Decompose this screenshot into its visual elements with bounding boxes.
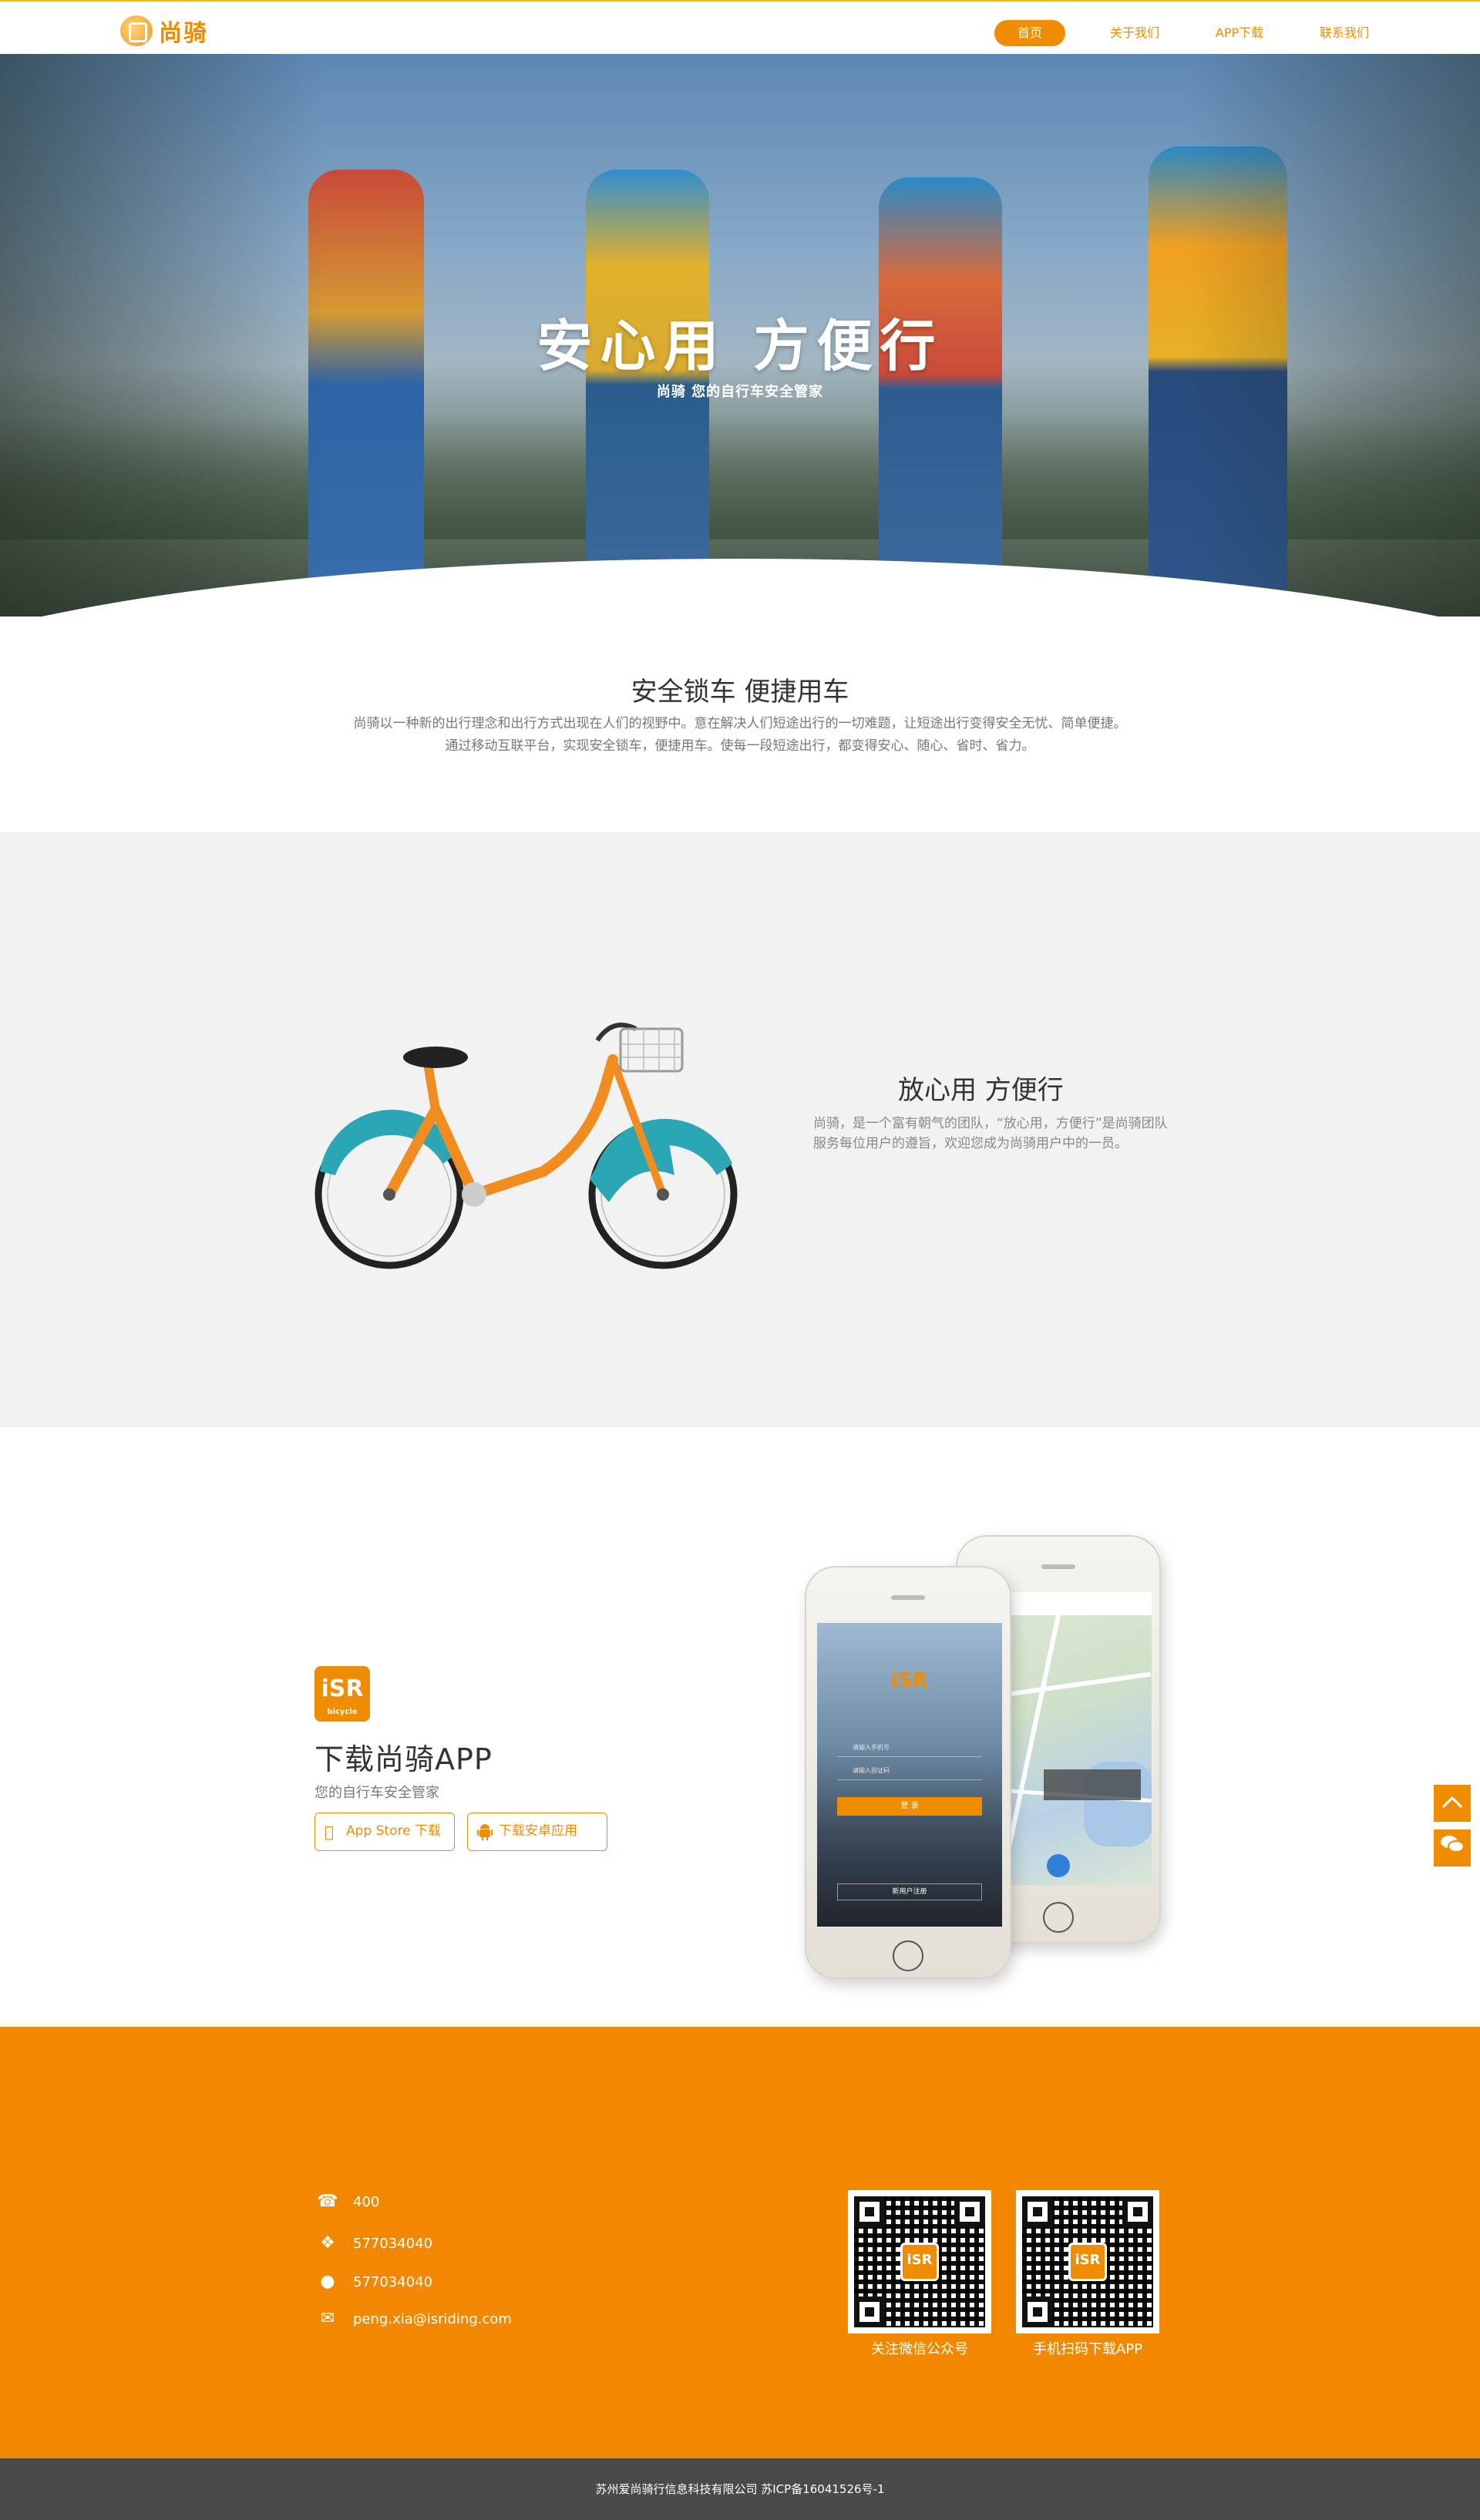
back-to-top-button[interactable]	[1434, 1785, 1471, 1822]
login-button[interactable]: 登 录	[837, 1797, 982, 1816]
phone-speaker	[1041, 1564, 1075, 1569]
register-button[interactable]: 新用户注册	[837, 1883, 982, 1900]
login-phone-field[interactable]: 请输入手机号	[837, 1739, 982, 1757]
phone-mockup-login: iSR 请输入手机号 请输入验证码 登 录 新用户注册	[805, 1566, 1011, 1979]
brand-name: 尚骑	[159, 20, 208, 47]
qr-pattern: iSR	[854, 2196, 985, 2327]
nav-home[interactable]: 首页	[994, 20, 1065, 46]
intro-title: 安全锁车 便捷用车	[631, 677, 849, 707]
app-subtitle: 您的自行车安全管家	[314, 1785, 439, 1801]
site-header: 尚骑 首页 关于我们 APP下载 联系我们	[0, 0, 1480, 54]
feature-title: 放心用 方便行	[898, 1075, 1064, 1106]
arrow-up-icon	[1441, 1796, 1463, 1809]
logo-icon	[120, 15, 153, 46]
feature-text: 尚骑，是一个富有朝气的团队，“放心用，方便行”是尚骑团队服务每位用户的遵旨，欢迎…	[813, 1116, 1168, 1151]
android-download-label: 下载安卓应用	[499, 1823, 577, 1839]
app-title: 下载尚骑APP	[314, 1742, 493, 1776]
android-icon	[477, 1823, 494, 1840]
intro-text: 尚骑以一种新的出行理念和出行方式出现在人们的视野中。意在解决人们短途出行的一切难…	[308, 713, 1172, 758]
phone-home-button	[1043, 1902, 1074, 1933]
hero-banner: 安心用 方便行 尚骑 您的自行车安全管家	[0, 54, 1480, 617]
nav-about[interactable]: 关于我们	[1099, 20, 1170, 46]
contact-email-value[interactable]: peng.xia@isriding.com	[353, 2311, 512, 2327]
wechat-icon: ❖	[320, 2233, 335, 2253]
android-download-button[interactable]: 下载安卓应用	[467, 1813, 607, 1851]
intro-line-1: 尚骑以一种新的出行理念和出行方式出现在人们的视野中。意在解决人们短途出行的一切难…	[353, 716, 1127, 731]
contact-section: ☎ 400 ❖ 577034040 ● 577034040 ✉ peng.xia…	[0, 2027, 1480, 2458]
login-screen: iSR 请输入手机号 请输入验证码 登 录 新用户注册	[817, 1623, 1002, 1927]
email-icon: ✉	[320, 2309, 335, 2328]
app-download-qr-code: iSR	[1016, 2190, 1159, 2334]
apple-icon: 	[325, 1823, 341, 1840]
brand-logo[interactable]: 尚骑	[120, 14, 208, 48]
bike-image	[314, 1023, 738, 1269]
copyright-bar: 苏州爱尚骑行信息科技有限公司 苏ICP备16041526号-1	[0, 2458, 1480, 2520]
qr-finder	[1022, 2196, 1053, 2227]
qr-logo: iSR	[1068, 2243, 1107, 2281]
intro-line-2: 通过移动互联平台，实现安全锁车，便捷用车。使每一段短途出行，都变得安心、随心、省…	[445, 738, 1035, 754]
phone-home-button	[893, 1940, 923, 1971]
contact-wechat: ❖ 577034040	[314, 2232, 432, 2255]
qr-finder	[854, 2297, 885, 2327]
app-store-download-label: App Store 下载	[346, 1823, 441, 1839]
qr-finder	[854, 2196, 885, 2227]
intro-section: 安全锁车 便捷用车 尚骑以一种新的出行理念和出行方式出现在人们的视野中。意在解决…	[0, 617, 1480, 832]
feature-section: 放心用 方便行 尚骑，是一个富有朝气的团队，“放心用，方便行”是尚骑团队服务每位…	[0, 832, 1480, 1427]
nav-contact[interactable]: 联系我们	[1309, 20, 1380, 46]
app-icon-text: iSR	[321, 1675, 364, 1702]
lock-icon[interactable]	[1047, 1854, 1070, 1877]
app-icon-subtext: bicycle	[327, 1708, 358, 1716]
qr-finder	[1122, 2196, 1153, 2227]
map-info-popup	[1044, 1769, 1141, 1800]
contact-qq-value: 577034040	[353, 2273, 433, 2290]
contact-phone: ☎ 400	[314, 2190, 379, 2213]
app-qr-caption: 手机扫码下载APP	[1032, 2341, 1143, 2357]
login-code-field[interactable]: 请输入验证码	[837, 1762, 982, 1780]
wechat-float-button[interactable]	[1434, 1830, 1471, 1866]
app-icon: iSR bicycle	[314, 1666, 370, 1722]
wechat-qr-code: iSR	[848, 2190, 991, 2334]
qq-icon: ●	[320, 2272, 335, 2291]
qr-logo: iSR	[900, 2243, 939, 2281]
wechat-icon	[1441, 1836, 1465, 1853]
contact-phone-value: 400	[353, 2193, 380, 2210]
contact-qq: ● 577034040	[314, 2270, 432, 2293]
phone-speaker	[891, 1595, 925, 1600]
main-nav: 首页 关于我们 APP下载 联系我们	[994, 20, 1414, 46]
qr-finder	[954, 2196, 985, 2227]
app-section: iSR bicycle 下载尚骑APP 您的自行车安全管家  App Stor…	[0, 1427, 1480, 2027]
qr-finder	[1022, 2297, 1053, 2327]
app-store-download-button[interactable]:  App Store 下载	[314, 1813, 455, 1851]
contact-wechat-value: 577034040	[353, 2235, 433, 2252]
wechat-qr-caption: 关注微信公众号	[871, 2341, 968, 2357]
hero-title: 安心用 方便行	[536, 314, 944, 378]
nav-app-download[interactable]: APP下载	[1204, 20, 1275, 46]
login-logo: iSR	[891, 1669, 928, 1692]
qr-pattern: iSR	[1022, 2196, 1153, 2327]
hero-subtitle: 尚骑 您的自行车安全管家	[656, 384, 824, 400]
contact-email: ✉ peng.xia@isriding.com	[314, 2307, 512, 2330]
phone-icon: ☎	[317, 2192, 338, 2211]
